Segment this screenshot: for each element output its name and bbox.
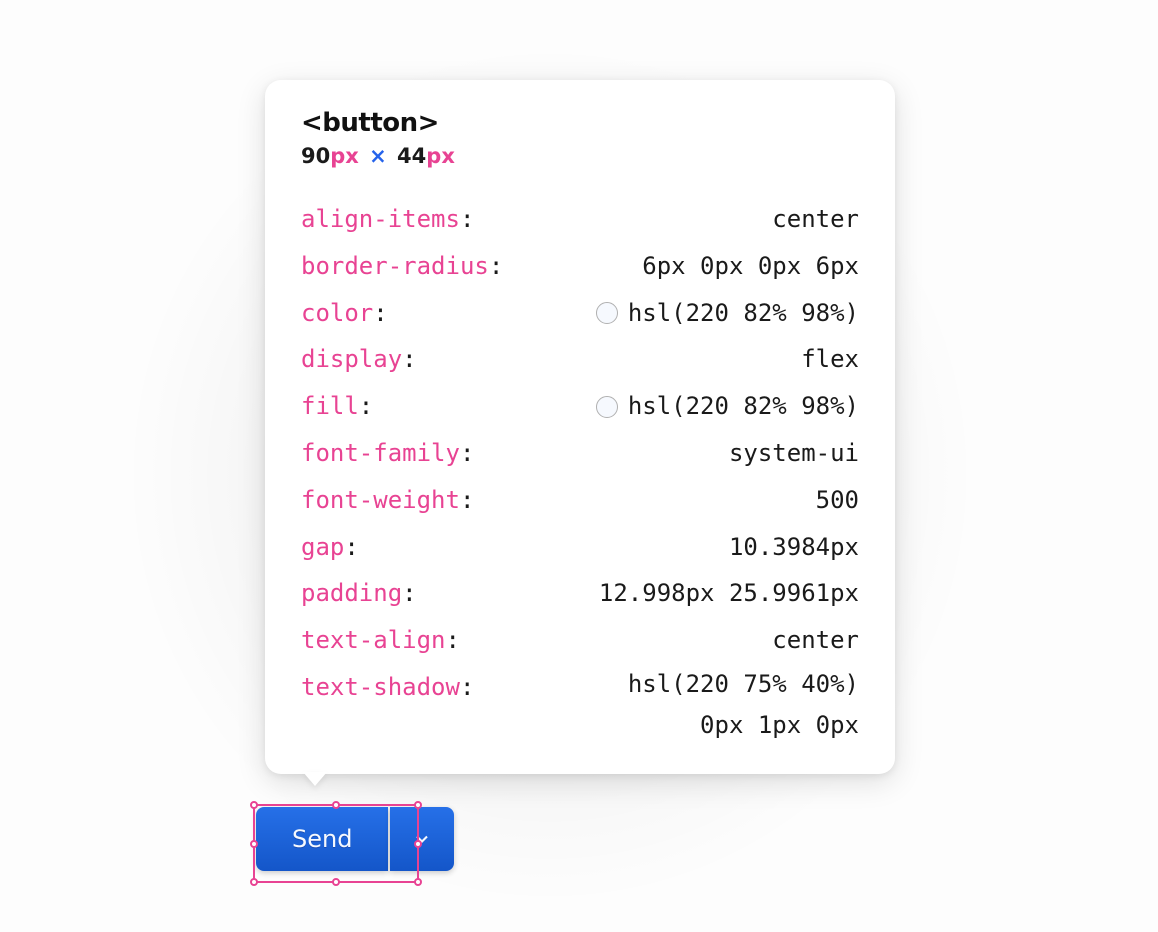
css-value-text: system-ui: [729, 430, 859, 477]
css-property-name: font-weight: [301, 477, 474, 524]
css-property-name: text-shadow: [301, 664, 474, 711]
css-value-text: 12.998px 25.9961px: [599, 570, 859, 617]
css-property-row: border-radius 6px 0px 0px 6px: [301, 243, 859, 290]
css-property-value: hsl(220 82% 98%): [596, 290, 859, 337]
css-property-row: display flex: [301, 336, 859, 383]
button-group: Send: [256, 807, 454, 871]
css-property-name: text-align: [301, 617, 460, 664]
css-value-text: flex: [801, 336, 859, 383]
css-properties-list: align-items center border-radius 6px 0px 0p…: [301, 196, 859, 746]
css-value-text: hsl(220 82% 98%): [628, 290, 859, 337]
width-value: 90: [301, 144, 330, 168]
css-value-line: 0px 1px 0px: [700, 705, 859, 746]
resize-handle-bottom-middle[interactable]: [332, 878, 340, 886]
tooltip-tail: [303, 772, 327, 786]
times-symbol: ×: [369, 144, 387, 168]
css-property-value: 500: [816, 477, 859, 524]
css-property-name: display: [301, 336, 417, 383]
css-property-value: center: [772, 196, 859, 243]
css-property-value: system-ui: [729, 430, 859, 477]
css-property-row: gap 10.3984px: [301, 524, 859, 571]
css-property-name: fill: [301, 383, 373, 430]
css-property-row: text-shadow hsl(220 75% 40%)0px 1px 0px: [301, 664, 859, 746]
chevron-down-icon: [412, 829, 432, 849]
css-property-row: font-weight 500: [301, 477, 859, 524]
css-property-value: 6px 0px 0px 6px: [642, 243, 859, 290]
css-property-value: hsl(220 75% 40%)0px 1px 0px: [628, 664, 859, 746]
css-value-text: 6px 0px 0px 6px: [642, 243, 859, 290]
css-property-value-multiline: hsl(220 75% 40%)0px 1px 0px: [628, 664, 859, 746]
css-value-text: 10.3984px: [729, 524, 859, 571]
css-property-row: font-family system-ui: [301, 430, 859, 477]
css-property-row: fill hsl(220 82% 98%): [301, 383, 859, 430]
color-swatch: [596, 302, 618, 324]
css-property-row: color hsl(220 82% 98%): [301, 290, 859, 337]
css-value-text: center: [772, 196, 859, 243]
css-property-value: flex: [801, 336, 859, 383]
element-tag: <button>: [301, 108, 859, 138]
resize-handle-bottom-right[interactable]: [414, 878, 422, 886]
width-unit: px: [330, 144, 359, 168]
css-property-name: color: [301, 290, 388, 337]
css-property-value: center: [772, 617, 859, 664]
css-property-name: font-family: [301, 430, 474, 477]
css-property-name: align-items: [301, 196, 474, 243]
css-property-row: text-align center: [301, 617, 859, 664]
css-value-text: 500: [816, 477, 859, 524]
css-property-row: padding 12.998px 25.9961px: [301, 570, 859, 617]
css-property-value: 10.3984px: [729, 524, 859, 571]
css-property-value: 12.998px 25.9961px: [599, 570, 859, 617]
css-property-row: align-items center: [301, 196, 859, 243]
css-property-name: border-radius: [301, 243, 503, 290]
css-property-name: gap: [301, 524, 359, 571]
send-dropdown-button[interactable]: [390, 807, 454, 871]
css-value-text: center: [772, 617, 859, 664]
send-button[interactable]: Send: [256, 807, 388, 871]
send-button-label: Send: [292, 825, 352, 853]
height-unit: px: [426, 144, 455, 168]
element-dimensions: 90px × 44px: [301, 144, 859, 168]
css-value-line: hsl(220 75% 40%): [628, 664, 859, 705]
css-property-value: hsl(220 82% 98%): [596, 383, 859, 430]
color-swatch: [596, 396, 618, 418]
css-property-name: padding: [301, 570, 417, 617]
height-value: 44: [397, 144, 426, 168]
css-value-text: hsl(220 82% 98%): [628, 383, 859, 430]
resize-handle-bottom-left[interactable]: [250, 878, 258, 886]
css-inspector-tooltip: <button> 90px × 44px align-itemscenterbo…: [265, 80, 895, 774]
